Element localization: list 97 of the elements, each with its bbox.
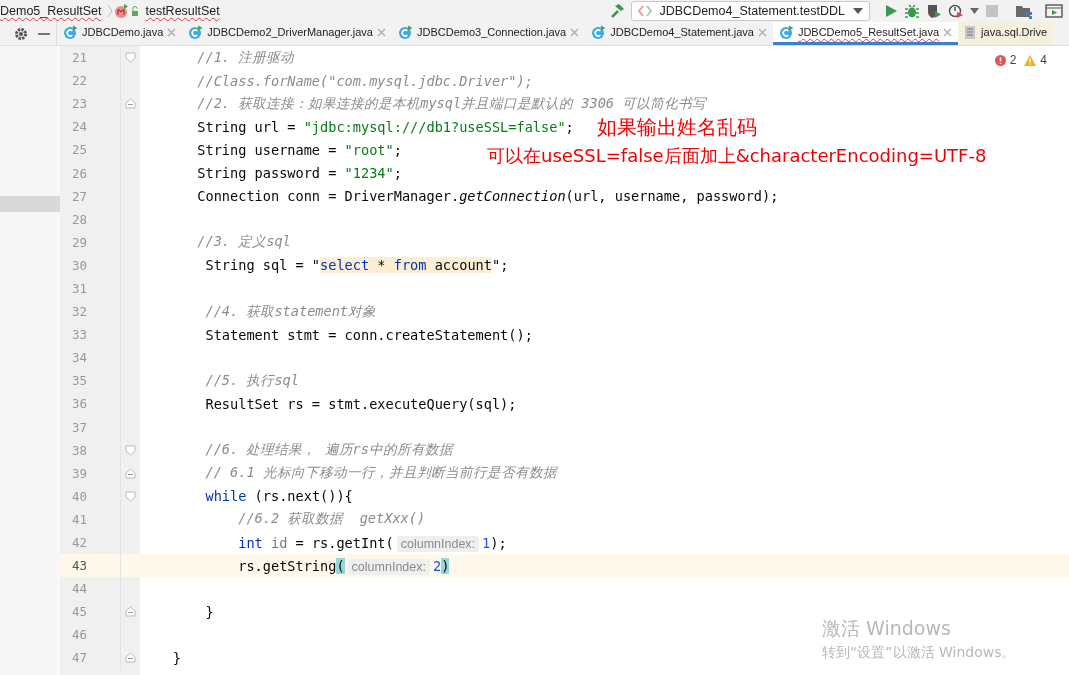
close-icon[interactable] <box>757 27 767 37</box>
stop-icon[interactable] <box>985 4 999 18</box>
code-line: String sql = "select * from account"; <box>204 257 509 274</box>
code-line: //5. 执行sql <box>204 371 299 390</box>
class-file-icon <box>778 24 794 40</box>
run-configuration-dropdown[interactable]: JDBCDemo4_Statement.testDDL <box>630 1 870 21</box>
line-number: 37 <box>72 419 88 435</box>
folder-grid-icon[interactable] <box>1015 3 1033 19</box>
activation-title: 激活 Windows <box>822 616 952 641</box>
line-number: 24 <box>72 119 88 135</box>
line-number: 41 <box>72 511 88 527</box>
caret-icon <box>853 8 863 14</box>
fold-marker-icon[interactable] <box>125 467 136 479</box>
code-line: //1. 注册驱动 <box>196 48 295 67</box>
fold-marker-icon[interactable] <box>125 606 136 618</box>
line-number: 40 <box>72 488 88 504</box>
selected-row-highlight <box>0 196 60 212</box>
file-tab[interactable]: JDBCDemo.java <box>57 22 183 45</box>
line-number: 28 <box>72 211 88 227</box>
run-config-icon <box>637 5 652 17</box>
inspection-widget[interactable]: 2 4 <box>994 53 1047 67</box>
code-line: //6.2 获取数据 getXxx() <box>237 510 426 529</box>
close-icon[interactable] <box>570 27 580 37</box>
gauge-icon[interactable] <box>948 3 964 19</box>
code-line: int id = rs.getInt( columnIndex: 1); <box>237 534 507 551</box>
line-number: 27 <box>72 188 88 204</box>
fold-marker-icon[interactable] <box>125 444 136 456</box>
file-tab[interactable]: JDBCDemo5_ResultSet.java <box>772 22 959 45</box>
class-file-icon <box>591 24 607 40</box>
code-line: //6. 处理结果， 遍历rs中的所有数据 <box>204 441 453 460</box>
line-number: 38 <box>72 442 88 458</box>
annotation-text: 如果输出姓名乱码 <box>597 114 757 141</box>
code-line: //2. 获取连接：如果连接的是本机mysql并且端口是默认的 3306 可以简化书写 <box>196 94 707 113</box>
code-line: //3. 定义sql <box>196 233 291 252</box>
warning-icon <box>1024 54 1037 66</box>
document-icon <box>964 24 978 40</box>
line-number: 35 <box>72 373 88 389</box>
code-line: // 6.1 光标向下移动一行，并且判断当前行是否有数据 <box>204 464 557 483</box>
code-line: //4. 获取statement对象 <box>204 302 377 321</box>
caret-icon[interactable] <box>970 8 979 14</box>
class-file-icon <box>398 24 413 40</box>
line-number: 44 <box>72 581 88 597</box>
line-number: 29 <box>72 234 88 250</box>
file-tab[interactable]: JDBCDemo4_Statement.java <box>585 22 773 45</box>
fold-marker-icon[interactable] <box>125 652 136 664</box>
line-number: 22 <box>72 73 88 89</box>
run-icon[interactable] <box>884 4 898 18</box>
code-line: rs.getString( columnIndex: 2) <box>237 557 450 574</box>
line-number: 45 <box>72 604 88 620</box>
shield-run-icon[interactable] <box>926 3 942 19</box>
window-run-icon[interactable] <box>1045 3 1063 19</box>
code-line: String url = "jdbc:mysql:///db1?useSSL=false"; <box>196 118 574 135</box>
class-file-icon <box>188 24 204 40</box>
line-number: 32 <box>72 304 88 320</box>
code-line: while (rs.next()){ <box>204 488 353 505</box>
line-number: 33 <box>72 327 88 343</box>
annotation-text: 可以在useSSL=false后面加上&characterEncoding=UTF-8 <box>487 144 987 168</box>
file-tab[interactable]: JDBCDemo2_DriverManager.java <box>182 22 392 45</box>
code-line: ResultSet rs = stmt.executeQuery(sql); <box>204 395 517 412</box>
line-number: 25 <box>72 142 88 158</box>
line-number: 23 <box>72 96 88 112</box>
chevron-icon <box>107 4 114 18</box>
line-number: 21 <box>72 50 88 66</box>
code-line: String username = "root"; <box>196 141 402 158</box>
file-tab[interactable]: JDBCDemo3_Connection.java <box>392 22 586 45</box>
warning-count: 4 <box>1040 53 1047 67</box>
code-line: String password = "1234"; <box>196 165 402 181</box>
code-line: Connection conn = DriverManager.getConnection(url, username, password); <box>196 188 779 205</box>
breadcrumb-item[interactable]: Demo5_ResultSet <box>0 4 102 18</box>
error-count: 2 <box>1009 53 1017 67</box>
error-icon <box>994 54 1006 66</box>
line-number: 34 <box>72 350 88 366</box>
close-icon[interactable] <box>167 27 177 37</box>
line-number: 26 <box>72 165 88 181</box>
settings-icon[interactable] <box>14 26 28 41</box>
fold-marker-icon[interactable] <box>125 490 136 502</box>
code-line: //Class.forName("com.mysql.jdbc.Driver"); <box>196 72 533 89</box>
code-line: Statement stmt = conn.createStatement(); <box>204 326 533 343</box>
bug-icon[interactable] <box>904 3 920 19</box>
class-file-icon <box>63 24 78 40</box>
close-icon[interactable] <box>943 27 953 37</box>
line-number: 42 <box>72 535 88 550</box>
breadcrumb-item[interactable]: testResultSet <box>145 4 220 18</box>
file-tab[interactable]: java.sql.Drive <box>958 22 1054 45</box>
close-icon[interactable] <box>377 27 386 37</box>
code-line: } <box>171 650 181 666</box>
code-line: } <box>204 603 214 620</box>
line-number: 39 <box>72 465 88 481</box>
fold-marker-icon[interactable] <box>125 98 136 110</box>
line-number: 31 <box>72 281 88 296</box>
fold-marker-icon[interactable] <box>125 52 136 64</box>
line-number: 30 <box>72 257 88 273</box>
activation-subtitle: 转到“设置”以激活 Windows。 <box>822 644 1016 662</box>
line-number: 36 <box>72 396 88 412</box>
line-number: 43 <box>72 558 88 574</box>
line-number: 46 <box>72 627 88 643</box>
line-number: 47 <box>72 650 88 666</box>
